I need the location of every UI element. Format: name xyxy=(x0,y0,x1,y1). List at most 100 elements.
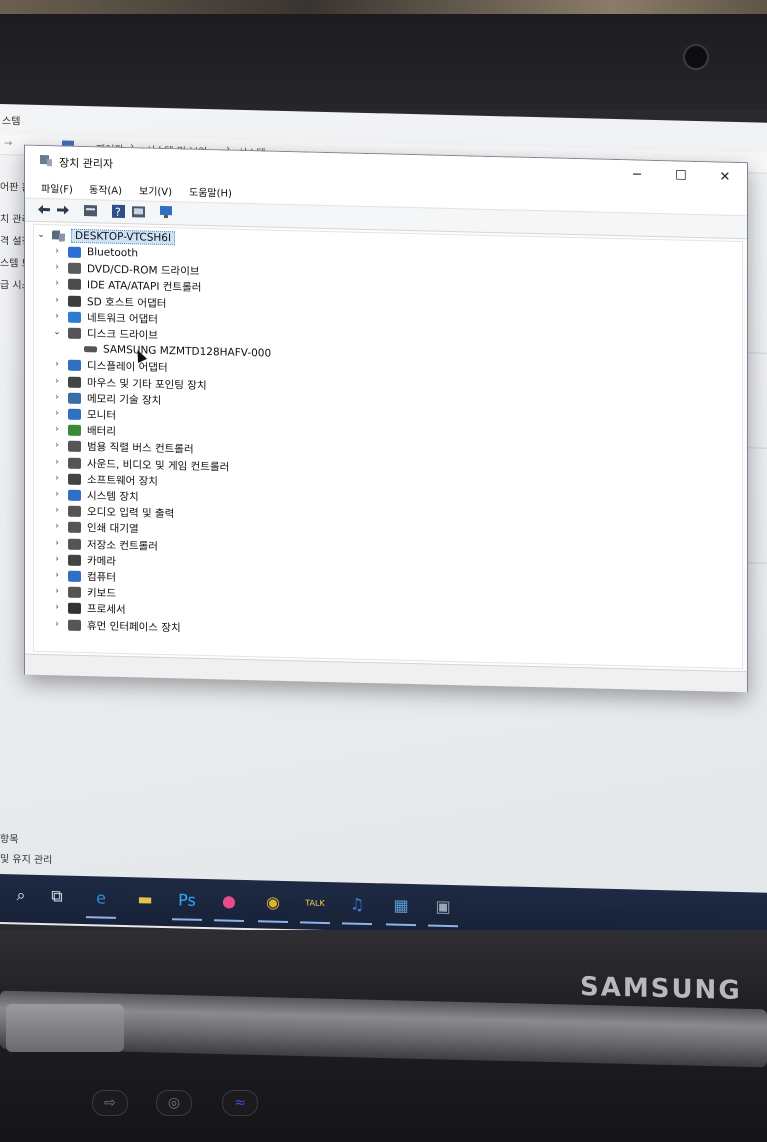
device-category-label: 범용 직렬 버스 컨트롤러 xyxy=(87,440,194,456)
task-view-icon[interactable]: ⧉ xyxy=(40,879,74,914)
chevron-right-icon[interactable]: › xyxy=(52,473,62,483)
device-category-label: 오디오 입력 및 출력 xyxy=(87,505,175,520)
file-explorer-icon[interactable]: ▬ xyxy=(128,881,162,916)
mouse-icon xyxy=(68,376,81,388)
edge-icon[interactable]: e xyxy=(84,880,118,915)
device-category-label: Bluetooth xyxy=(87,246,138,260)
device-manager-window: 장치 관리자 ─ ☐ ✕ 파일(F) 동작(A) 보기(V) 도움말(H) ? … xyxy=(24,144,748,693)
chevron-right-icon[interactable]: › xyxy=(52,570,62,580)
chevron-right-icon[interactable]: › xyxy=(52,424,62,434)
device-category[interactable]: › 인쇄 대기열 xyxy=(52,518,139,536)
menu-file[interactable]: 파일(F) xyxy=(41,180,73,196)
chevron-right-icon[interactable]: › xyxy=(52,408,62,418)
device-tree: ⌄ DESKTOP-VTCSH6I › Bluetooth › DVD/CD-ROM … xyxy=(33,223,743,670)
device-category[interactable]: › 프로세서 xyxy=(52,599,126,617)
chevron-right-icon[interactable]: › xyxy=(52,457,62,467)
menu-help[interactable]: 도움말(H) xyxy=(189,184,232,200)
laptop-bezel-top xyxy=(0,14,767,110)
device-category-label: 저장소 컨트롤러 xyxy=(87,538,158,553)
back-icon[interactable] xyxy=(37,202,52,217)
update-driver-icon[interactable] xyxy=(131,204,146,219)
chevron-right-icon[interactable]: › xyxy=(52,489,62,499)
brand-logo: SAMSUNG xyxy=(580,972,742,1006)
chevron-right-icon[interactable]: › xyxy=(52,295,62,305)
chevron-right-icon[interactable]: › xyxy=(52,246,62,256)
battery-icon xyxy=(68,424,81,436)
usb-icon xyxy=(68,440,81,452)
chevron-right-icon[interactable]: › xyxy=(52,538,62,548)
chevron-down-icon[interactable]: ⌄ xyxy=(52,327,62,337)
disk-icon xyxy=(84,346,97,353)
music-app-icon[interactable]: ♫ xyxy=(340,886,374,921)
scan-hardware-icon[interactable] xyxy=(159,205,174,220)
forward-icon[interactable] xyxy=(55,202,70,217)
chrome-icon[interactable]: ◉ xyxy=(256,884,290,919)
device-category-label: 소프트웨어 장치 xyxy=(87,473,158,488)
svg-text:?: ? xyxy=(115,206,121,219)
chevron-right-icon[interactable]: › xyxy=(52,376,62,386)
chevron-right-icon[interactable]: › xyxy=(52,440,62,450)
device-category[interactable]: › 휴먼 인터페이스 장치 xyxy=(52,616,181,635)
photo-background xyxy=(0,0,767,14)
network-adapter-icon xyxy=(68,311,81,323)
chevron-right-icon[interactable]: › xyxy=(52,521,62,531)
device-category[interactable]: › 카메라 xyxy=(52,551,116,569)
control-panel-icon[interactable]: ▦ xyxy=(384,887,418,922)
close-button[interactable]: ✕ xyxy=(711,167,739,188)
menu-view[interactable]: 보기(V) xyxy=(139,182,172,198)
chevron-right-icon[interactable]: › xyxy=(52,278,62,288)
ide-controller-icon xyxy=(68,278,81,290)
memory-device-icon xyxy=(68,392,81,404)
chevron-right-icon[interactable]: › xyxy=(52,262,62,272)
photoshop-icon[interactable]: Ps xyxy=(170,882,204,917)
maximize-button[interactable]: ☐ xyxy=(667,166,695,187)
chevron-right-icon[interactable]: › xyxy=(52,311,62,321)
device-category-label: 시스템 장치 xyxy=(87,489,139,503)
audio-io-icon xyxy=(68,505,81,517)
chevron-right-icon[interactable]: › xyxy=(52,554,62,564)
kakaotalk-icon[interactable]: TALK xyxy=(298,885,332,920)
search-icon[interactable]: ⌕ xyxy=(4,878,38,913)
chevron-right-icon[interactable]: › xyxy=(52,359,62,369)
device-category[interactable]: › 키보드 xyxy=(52,583,116,601)
device-category-label: 프로세서 xyxy=(87,602,126,616)
help-icon[interactable]: ? xyxy=(111,204,126,219)
device-category[interactable]: ⌄ 디스크 드라이브 xyxy=(52,324,158,343)
processor-icon xyxy=(68,602,81,614)
device-category-label: SD 호스트 어댑터 xyxy=(87,295,167,310)
chevron-down-icon[interactable]: ⌄ xyxy=(36,230,46,240)
device-category[interactable]: › 배터리 xyxy=(52,421,116,439)
device-category-label: 모니터 xyxy=(87,408,116,422)
chevron-right-icon[interactable]: › xyxy=(52,619,62,629)
window-title: 장치 관리자 xyxy=(59,156,114,171)
chevron-right-icon[interactable]: › xyxy=(52,602,62,612)
chevron-right-icon[interactable]: › xyxy=(52,392,62,402)
device-manager-icon[interactable]: ▣ xyxy=(426,888,460,923)
chevron-right-icon[interactable]: › xyxy=(52,505,62,515)
storage-controller-icon xyxy=(68,538,81,550)
laptop-screen: 스템 → 제어판 › 시스템 및 보안 › 시스템 어판 홈 치 관리 격 설정… xyxy=(0,104,767,943)
device-category-label: 키보드 xyxy=(87,586,116,600)
keyboard-status-icon: ⇨ xyxy=(92,1090,128,1116)
menu-action[interactable]: 동작(A) xyxy=(89,181,122,197)
device-category-label: 휴먼 인터페이스 장치 xyxy=(87,619,181,634)
chevron-right-icon[interactable]: › xyxy=(52,586,62,596)
disk-drive-icon xyxy=(68,327,81,339)
minimize-button[interactable]: ─ xyxy=(623,165,651,186)
see-also-item[interactable]: 및 유지 관리 xyxy=(0,850,52,866)
device-category[interactable]: › 디스플레이 어댑터 xyxy=(52,356,168,375)
properties-icon[interactable] xyxy=(83,203,98,218)
back-arrow-icon[interactable]: → xyxy=(4,138,12,149)
device-manager-app-icon xyxy=(40,154,52,167)
paint-3d-icon[interactable]: ● xyxy=(212,883,246,918)
device-category-label: IDE ATA/ATAPI 컨트롤러 xyxy=(87,278,202,294)
root-label: DESKTOP-VTCSH6I xyxy=(71,228,176,246)
camera-icon xyxy=(68,554,81,566)
device-category[interactable]: › 컴퓨터 xyxy=(52,567,116,585)
device-category[interactable]: › 모니터 xyxy=(52,405,116,423)
hinge-cap xyxy=(6,1004,124,1052)
see-also-item[interactable]: 항목 xyxy=(0,830,18,845)
hid-icon xyxy=(68,619,81,631)
printer-icon xyxy=(68,521,81,533)
keyboard-status-icon: ◎ xyxy=(156,1090,192,1116)
